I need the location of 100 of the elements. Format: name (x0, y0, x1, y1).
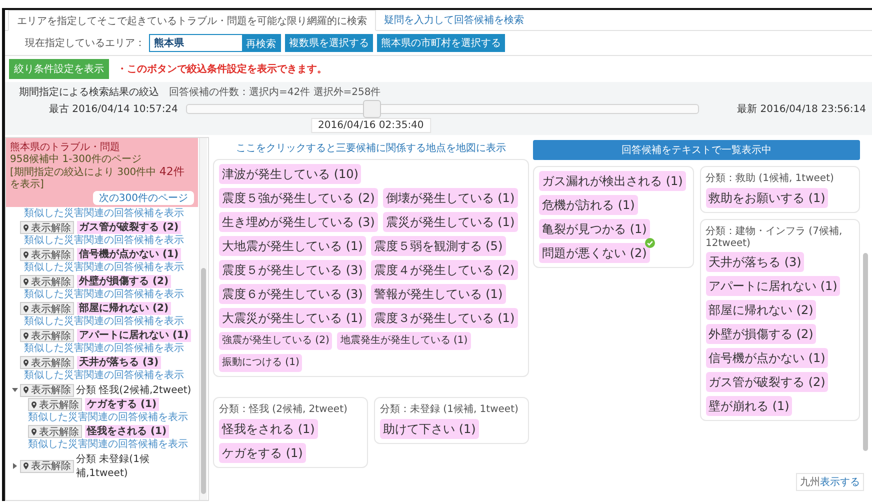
pin-icon (23, 278, 29, 286)
select-button[interactable]: 熊本県の市町村を選択する (377, 34, 505, 52)
answer-tag[interactable]: 信号機が点かない (1) (77, 248, 181, 261)
hide-button[interactable]: 表示解除 (20, 356, 74, 369)
answer-tag[interactable]: 問題が悪くない (2) (539, 243, 650, 263)
answer-tag[interactable]: 倒壊が発生している (1) (382, 188, 518, 208)
map-link[interactable]: ここをクリックすると三要候補に関係する地点を地図に表示 (213, 137, 529, 157)
answer-tag[interactable]: 外壁が損傷する (2) (77, 275, 171, 288)
tab[interactable]: 疑問を入力して回答候補を検索 (376, 10, 532, 30)
slider-thumb[interactable] (362, 100, 381, 118)
pin-icon (31, 400, 37, 408)
answer-tag[interactable]: 外壁が損傷する (2) (706, 324, 816, 344)
category-label: 分類 未登録(1候補,1tweet) (76, 452, 150, 480)
answer-tag[interactable]: ガス漏れが検出される (1) (539, 171, 686, 191)
thumb-tooltip: 2016/04/16 02:35:40 (311, 118, 431, 133)
hide-button[interactable]: 表示解除 (20, 248, 74, 261)
answer-tag[interactable]: アパートに居れない (1) (77, 329, 191, 342)
answer-tag[interactable]: アパートに居れない (1) (706, 276, 840, 296)
pin-icon (23, 358, 29, 366)
pin-icon (23, 462, 29, 470)
answer-tag[interactable]: 強震が発生している (2) (219, 332, 332, 350)
filter-hint: ・このボタンで絞込条件設定を表示できます。 (117, 62, 327, 76)
similar-link[interactable]: 類似した災害関連の回答候補を表示 (10, 439, 198, 451)
period-counts: 回答候補の件数：選択内=42件 選択外=258件 (169, 86, 381, 99)
similar-link[interactable]: 類似した災害関連の回答候補を表示 (10, 412, 198, 424)
hide-button[interactable]: 表示解除 (20, 302, 74, 315)
expand-caret-icon[interactable] (12, 463, 18, 469)
answer-tag[interactable]: 震度５弱を観測する (5) (370, 236, 506, 256)
answer-tag[interactable]: 怪我をされる (1) (85, 425, 169, 438)
answer-tag[interactable]: 救助をお願いする (1) (706, 188, 828, 208)
answer-tag[interactable]: 信号機が点かない (1) (706, 348, 828, 368)
pin-icon (23, 304, 29, 312)
scrollbar-thumb[interactable] (201, 268, 206, 494)
answer-tag[interactable]: 震度４が発生している (2) (370, 260, 518, 280)
card-title: 分類：救助 (1候補, 1tweet) (706, 172, 835, 185)
next-page-button[interactable]: 次の300件のページ (92, 191, 194, 205)
category-label: 分類 怪我(2候補,2tweet) (76, 384, 192, 397)
answer-tag[interactable]: 天井が落ちる (3) (706, 252, 804, 272)
collapse-caret-icon[interactable] (12, 387, 18, 393)
similar-link[interactable]: 類似した災害関連の回答候補を表示 (10, 316, 198, 328)
area-field[interactable]: 熊本県 再検索 (149, 34, 281, 52)
area-label: 現在指定しているエリア： (25, 36, 145, 50)
tab[interactable]: エリアを指定してそこで起きているトラブル・問題を可能な限り網羅的に検索 (8, 10, 376, 31)
answer-tag[interactable]: 地震発生が発生している (1) (337, 332, 471, 350)
similar-link[interactable]: 類似した災害関連の回答候補を表示 (10, 343, 198, 355)
pin-icon (23, 386, 29, 394)
answer-tag[interactable]: 震度５が発生している (3) (219, 260, 366, 280)
pin-icon (23, 224, 29, 232)
oldest-date: 最古 2016/04/14 10:57:24 (49, 102, 178, 116)
answer-tag[interactable]: 亀裂が見つかる (1) (539, 219, 650, 239)
text-list-bar[interactable]: 回答候補をテキストで一覧表示中 (533, 140, 860, 160)
hide-button[interactable]: 表示解除 (20, 221, 74, 234)
answer-tag[interactable]: 生き埋めが発生している (3) (219, 212, 378, 232)
answer-tag[interactable]: ガス管が破裂する (2) (77, 221, 181, 234)
answer-tag[interactable]: 部屋に帰れない (2) (77, 302, 171, 315)
select-button[interactable]: 複数県を選択する (285, 34, 373, 52)
result-title: 熊本県のトラブル・問題 (10, 140, 121, 154)
card-title: 分類：未登録 (1候補, 1tweet) (380, 402, 520, 416)
answer-tag[interactable]: 振動につける (1) (219, 354, 302, 372)
answer-tag[interactable]: 部屋に帰れない (2) (706, 300, 816, 320)
answer-tag[interactable]: 大震災が発生している (1) (219, 308, 366, 328)
similar-link[interactable]: 類似した災害関連の回答候補を表示 (10, 235, 198, 247)
answer-tag[interactable]: 怪我をされる (1) (219, 419, 318, 439)
answer-tag[interactable]: 大地震が発生している (1) (219, 236, 366, 256)
similar-link[interactable]: 類似した災害関連の回答候補を表示 (10, 208, 198, 220)
answer-tag[interactable]: 震度３が発生している (1) (370, 308, 518, 328)
newest-date: 最新 2016/04/18 23:56:14 (737, 102, 866, 116)
answer-tag[interactable]: ケガをする (1) (85, 398, 159, 411)
similar-link[interactable]: 類似した災害関連の回答候補を表示 (10, 262, 198, 274)
hide-button[interactable]: 表示解除 (20, 460, 74, 472)
pin-icon (23, 250, 29, 258)
scrollbar-thumb[interactable] (863, 253, 868, 451)
answer-tag[interactable]: ケガをする (1) (219, 443, 306, 463)
period-title: 期間指定による検索結果の絞込 (19, 86, 159, 99)
hide-button[interactable]: 表示解除 (28, 398, 82, 411)
research-button[interactable]: 再検索 (242, 35, 280, 51)
scrollbar[interactable] (199, 138, 207, 500)
answer-tag[interactable]: 震度５強が発生している (2) (219, 188, 378, 208)
pin-icon (23, 332, 29, 340)
card-title: 分類：建物・インフラ (7候補, 12tweet) (706, 224, 844, 249)
hide-button[interactable]: 表示解除 (28, 425, 82, 438)
card-title: 分類：怪我 (2候補, 2tweet) (219, 402, 348, 416)
answer-tag[interactable]: 警報が発生している (1) (370, 284, 506, 304)
answer-tag[interactable]: 津波が発生している (10) (219, 164, 362, 184)
answer-tag[interactable]: 壁が崩れる (1) (706, 396, 792, 416)
hide-button[interactable]: 表示解除 (20, 384, 74, 396)
result-count: 958候補中 1-300件のページ (10, 154, 142, 166)
answer-tag[interactable]: ガス管が破裂する (2) (706, 372, 828, 392)
answer-tag[interactable]: 震災が発生している (1) (382, 212, 518, 232)
hide-button[interactable]: 表示解除 (20, 329, 74, 342)
result-note: [期間指定の絞込により 300件中 42件を表示] (10, 166, 186, 191)
region-button[interactable]: 九州表示する (796, 473, 864, 491)
answer-tag[interactable]: 危機が訪れる (1) (539, 195, 638, 215)
answer-tag[interactable]: 助けて下さい (1) (380, 419, 479, 439)
similar-link[interactable]: 類似した災害関連の回答候補を表示 (10, 370, 198, 382)
pin-icon (31, 428, 37, 436)
similar-link[interactable]: 類似した災害関連の回答候補を表示 (10, 289, 198, 301)
answer-tag[interactable]: 天井が落ちる (3) (77, 356, 161, 369)
answer-tag[interactable]: 震度６が発生している (3) (219, 284, 366, 304)
hide-button[interactable]: 表示解除 (20, 275, 74, 288)
